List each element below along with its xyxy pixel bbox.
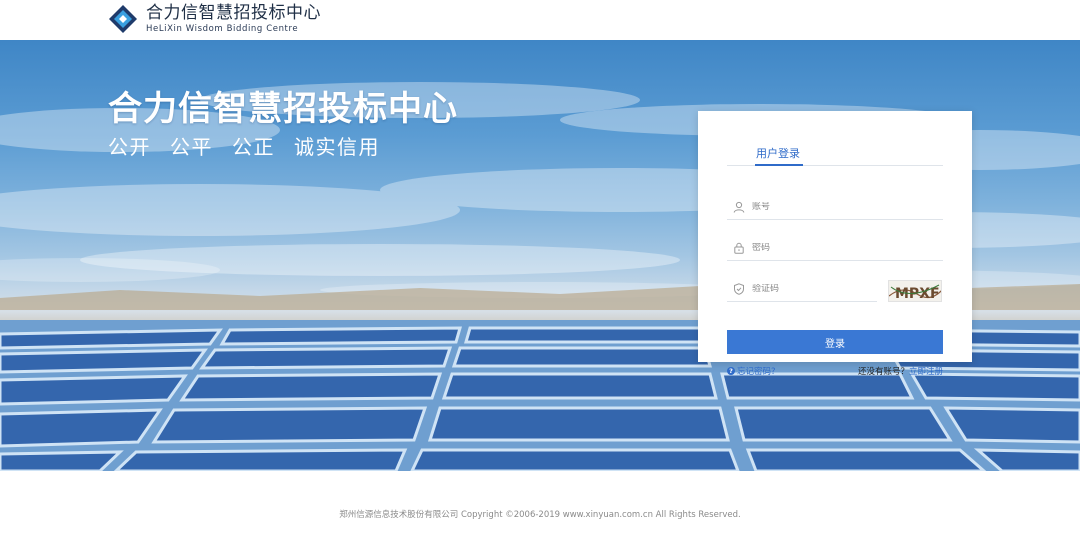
captcha-image[interactable]: MPXF [888, 280, 942, 302]
logo-subtitle: HeLiXin Wisdom Bidding Centre [146, 24, 299, 34]
register-link[interactable]: 立即注册 [909, 367, 943, 377]
logo-text: 合力信智慧招投标中心 HeLiXin Wisdom Bidding Centre [146, 3, 321, 35]
lock-icon [732, 241, 745, 254]
shield-icon [732, 282, 745, 295]
login-panel: 用户登录 MPXF 登录 [698, 111, 972, 362]
copyright-text: 郑州信源信息技术股份有限公司 Copyright ©2006-2019 www.… [339, 510, 741, 520]
slogan-item: 诚实信用 [294, 135, 380, 159]
password-field[interactable] [727, 235, 943, 261]
register-prompt: 还没有账号？立即注册 [858, 365, 943, 377]
hero-slogans: 公开 公平 公正 诚实信用 [108, 131, 380, 160]
password-input[interactable] [752, 242, 922, 253]
forgot-password-link[interactable]: ? 忘记密码? [727, 365, 776, 377]
logo[interactable]: 合力信智慧招投标中心 HeLiXin Wisdom Bidding Centre [108, 3, 321, 35]
logo-title: 合力信智慧招投标中心 [146, 3, 321, 23]
site-footer: 郑州信源信息技术股份有限公司 Copyright ©2006-2019 www.… [0, 471, 1080, 539]
login-links: ? 忘记密码? 还没有账号？立即注册 [698, 365, 972, 377]
diamond-logo-icon [109, 5, 137, 33]
account-field[interactable] [727, 194, 943, 220]
tab-active-indicator [755, 164, 803, 166]
forgot-password-label: 忘记密码? [737, 367, 776, 377]
user-icon [732, 200, 745, 213]
captcha-field[interactable] [727, 276, 877, 302]
captcha-input[interactable] [752, 283, 862, 294]
question-icon: ? [727, 367, 735, 375]
hero-title: 合力信智慧招投标中心 [108, 89, 458, 129]
slogan-item: 公开 [108, 135, 151, 159]
no-account-label: 还没有账号？ [857, 367, 909, 377]
login-button[interactable]: 登录 [727, 330, 943, 354]
account-input[interactable] [752, 201, 922, 212]
site-header: 合力信智慧招投标中心 HeLiXin Wisdom Bidding Centre [0, 0, 1080, 40]
tab-user-login[interactable]: 用户登录 [756, 145, 800, 161]
slogan-item: 公平 [170, 135, 213, 159]
slogan-item: 公正 [232, 135, 275, 159]
